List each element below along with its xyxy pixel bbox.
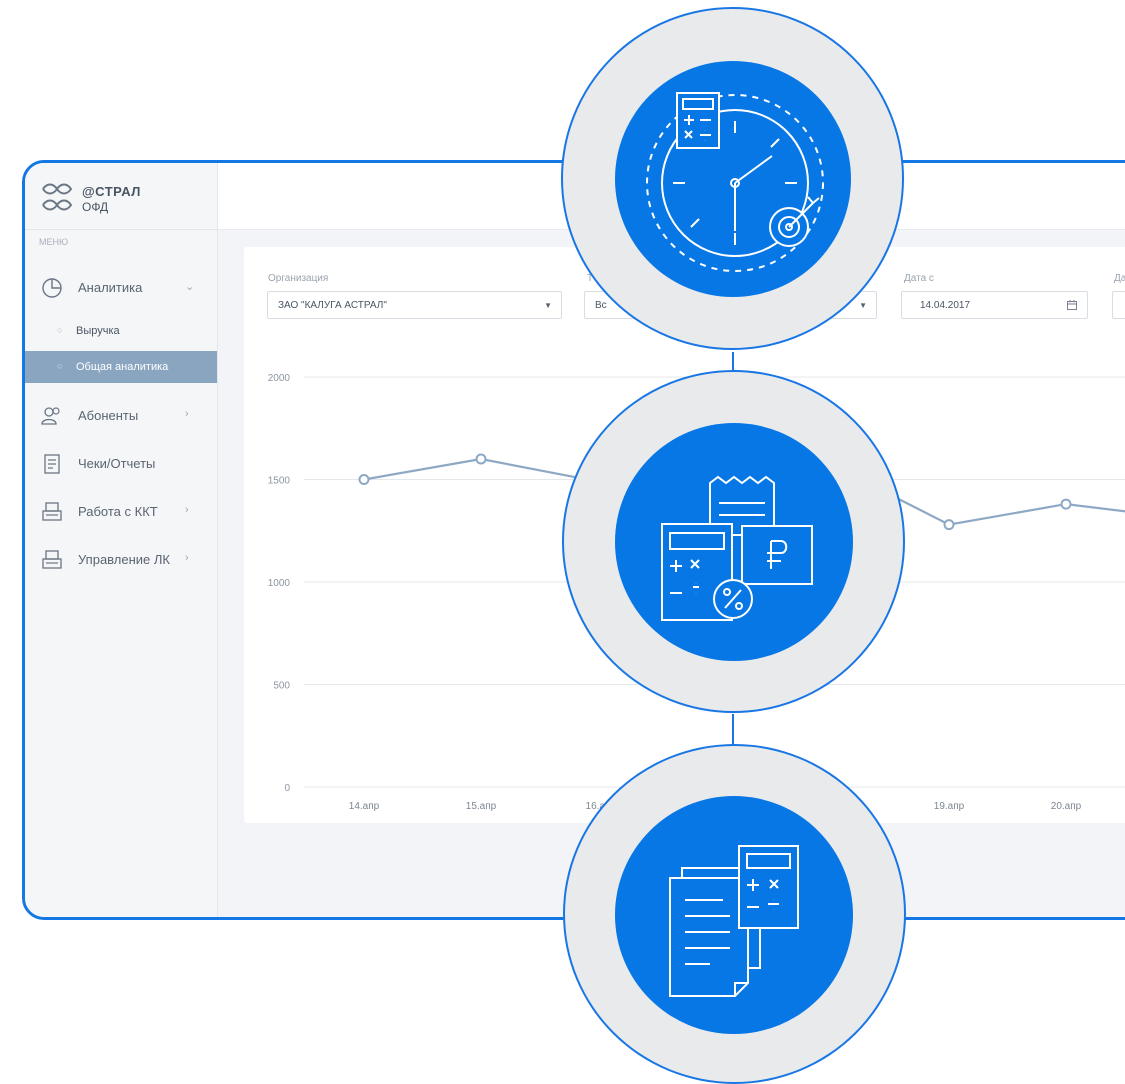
feature-circle-inner xyxy=(615,61,851,297)
x-tick-label: 15.апр xyxy=(466,801,497,812)
astral-logo-icon xyxy=(42,183,73,211)
sidebar-item-account-management[interactable]: Управление ЛК › xyxy=(25,539,217,579)
cash-register-icon xyxy=(42,502,62,521)
sidebar-item-label: Чеки/Отчеты xyxy=(78,456,156,471)
chevron-right-icon: › xyxy=(185,408,189,420)
sidebar-item-kkt[interactable]: Работа с ККТ › xyxy=(25,491,217,531)
sidebar-subitem-revenue[interactable]: ○ Выручка xyxy=(25,315,217,347)
chevron-right-icon: › xyxy=(185,552,189,564)
sidebar-item-label: Аналитика xyxy=(78,280,143,295)
y-tick-label: 2000 xyxy=(268,373,291,384)
data-point[interactable] xyxy=(943,519,955,531)
feature-circle-documents xyxy=(563,744,906,1084)
receipt-calculator-ruble-icon xyxy=(661,475,813,621)
receipt-icon xyxy=(44,454,60,474)
sidebar-item-label: Управление ЛК xyxy=(78,552,170,567)
bullet-icon: ○ xyxy=(57,361,63,371)
sidebar-item-label: Работа с ККТ xyxy=(78,504,158,519)
y-tick-label: 500 xyxy=(273,681,290,692)
brand-name: @СТРАЛ xyxy=(82,184,141,199)
menu-label: МЕНЮ xyxy=(39,237,69,247)
x-tick-label: 19.апр xyxy=(934,801,965,812)
sidebar-item-label: Абоненты xyxy=(78,408,139,423)
feature-circle-analytics xyxy=(562,370,905,713)
feature-circle-inner xyxy=(615,423,853,661)
x-tick-label: 14.апр xyxy=(349,801,380,812)
sidebar: @СТРАЛ ОФД МЕНЮ Аналитика ⌄ ○ Выручка ○ … xyxy=(25,163,218,917)
sidebar-item-subscribers[interactable]: Абоненты › xyxy=(25,395,217,435)
chevron-right-icon: › xyxy=(185,504,189,516)
x-tick-label: 20.апр xyxy=(1051,801,1082,812)
pie-chart-icon xyxy=(42,278,62,298)
sidebar-subitem-label: Общая аналитика xyxy=(76,361,169,373)
sidebar-item-analytics[interactable]: Аналитика ⌄ xyxy=(25,267,217,307)
feature-circle-inner xyxy=(615,796,853,1034)
sidebar-subitem-general-analytics[interactable]: ○ Общая аналитика xyxy=(25,351,217,383)
y-tick-label: 1500 xyxy=(268,476,291,487)
data-point[interactable] xyxy=(358,474,370,485)
documents-calculator-icon xyxy=(669,845,799,997)
data-point[interactable] xyxy=(475,453,487,465)
data-point[interactable] xyxy=(1060,498,1072,510)
y-tick-label: 1000 xyxy=(268,578,291,589)
logo[interactable]: @СТРАЛ ОФД xyxy=(25,163,217,230)
sidebar-item-receipts[interactable]: Чеки/Отчеты xyxy=(25,443,217,483)
feature-circle-time xyxy=(561,7,904,350)
brand-subtitle: ОФД xyxy=(82,200,109,214)
users-icon xyxy=(41,407,60,425)
cash-register-icon xyxy=(42,550,62,569)
bullet-icon: ○ xyxy=(57,325,63,335)
clock-calculator-target-icon xyxy=(646,92,824,272)
chevron-down-icon: ⌄ xyxy=(185,281,195,293)
sidebar-subitem-label: Выручка xyxy=(76,325,120,337)
y-tick-label: 0 xyxy=(284,783,290,794)
